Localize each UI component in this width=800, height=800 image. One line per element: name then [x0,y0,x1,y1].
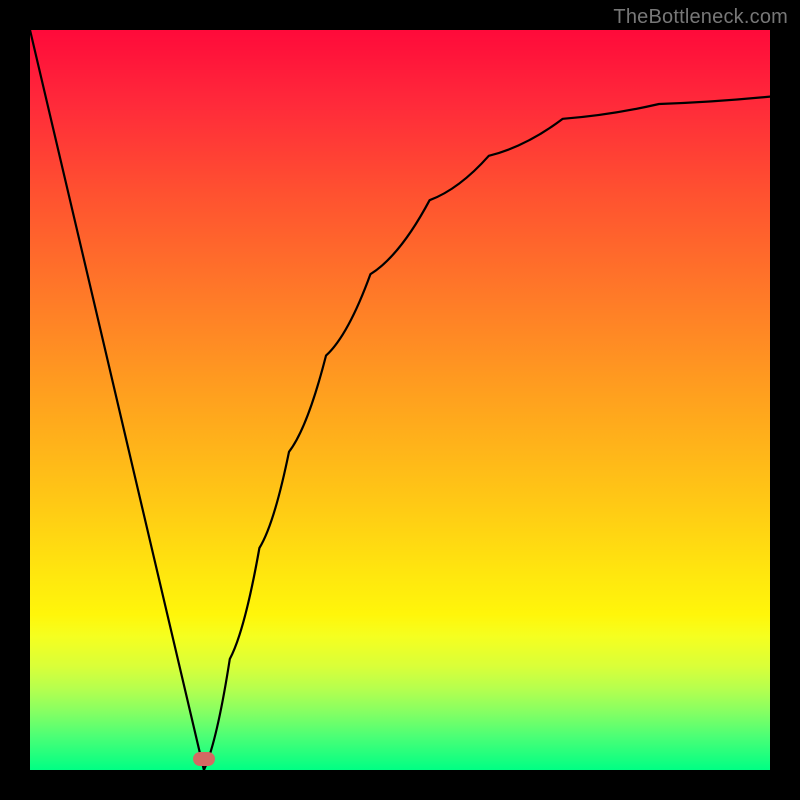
minimum-marker [193,752,215,766]
attribution-text: TheBottleneck.com [613,6,788,29]
chart-frame: TheBottleneck.com [0,0,800,800]
curve-path [30,30,770,770]
bottleneck-curve [30,30,770,770]
plot-area [30,30,770,770]
